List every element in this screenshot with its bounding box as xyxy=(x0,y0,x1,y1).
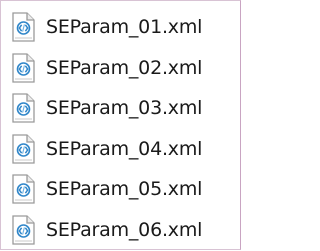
file-name: SEParam_02.xml xyxy=(46,56,203,79)
xml-file-icon xyxy=(9,11,37,43)
file-name: SEParam_04.xml xyxy=(46,137,203,160)
file-list: SEParam_01.xml SEParam_02.xml SEParam_03… xyxy=(9,7,202,250)
file-item-separam-02[interactable]: SEParam_02.xml xyxy=(9,48,202,89)
xml-file-icon xyxy=(9,52,37,84)
file-name: SEParam_01.xml xyxy=(46,16,203,39)
xml-file-icon xyxy=(9,173,37,205)
xml-file-icon xyxy=(9,214,37,246)
file-item-separam-05[interactable]: SEParam_05.xml xyxy=(9,169,202,210)
file-item-separam-04[interactable]: SEParam_04.xml xyxy=(9,129,202,170)
file-item-separam-03[interactable]: SEParam_03.xml xyxy=(9,88,202,129)
file-list-panel: SEParam_01.xml SEParam_02.xml SEParam_03… xyxy=(0,0,241,250)
file-item-separam-01[interactable]: SEParam_01.xml xyxy=(9,7,202,48)
xml-file-icon xyxy=(9,133,37,165)
file-name: SEParam_03.xml xyxy=(46,97,203,120)
file-name: SEParam_05.xml xyxy=(46,178,203,201)
file-name: SEParam_06.xml xyxy=(46,218,203,241)
file-item-separam-06[interactable]: SEParam_06.xml xyxy=(9,210,202,251)
xml-file-icon xyxy=(9,92,37,124)
